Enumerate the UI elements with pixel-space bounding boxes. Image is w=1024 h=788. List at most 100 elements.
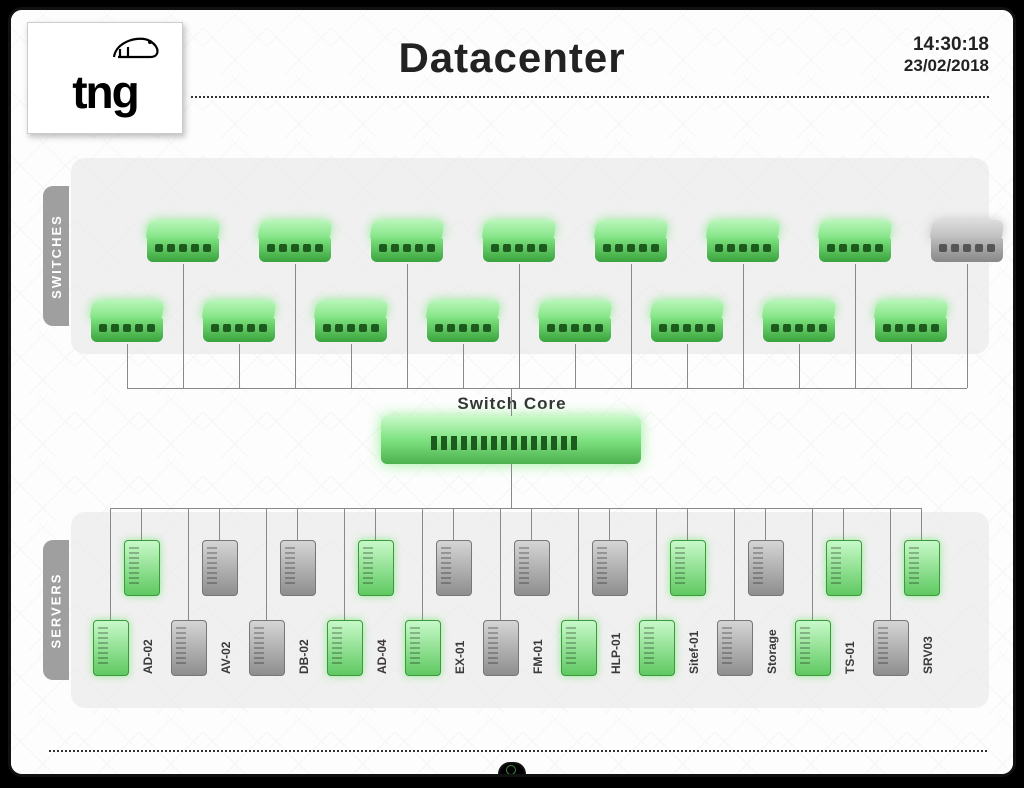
server-node[interactable] (483, 620, 517, 674)
connector-line (743, 264, 744, 388)
connector-line (531, 508, 532, 540)
connector-line (127, 388, 967, 389)
connector-line (911, 344, 912, 388)
switch-node[interactable] (931, 220, 1003, 264)
switch-node[interactable] (875, 300, 947, 344)
server-label: AD-02 (141, 639, 155, 674)
switch-node[interactable] (427, 300, 499, 344)
server-label: HLP-01 (609, 633, 623, 674)
server-node[interactable] (826, 540, 860, 594)
connector-line (295, 264, 296, 388)
switch-node[interactable] (315, 300, 387, 344)
server-node[interactable] (592, 540, 626, 594)
servers-panel-tab: SERVERS (43, 540, 69, 680)
connector-line (127, 344, 128, 388)
switch-node[interactable] (707, 220, 779, 264)
server-node[interactable] (795, 620, 829, 674)
switch-node[interactable] (763, 300, 835, 344)
connector-line (812, 508, 813, 620)
connector-line (843, 508, 844, 540)
server-label: AV-02 (219, 642, 233, 674)
switch-node[interactable] (203, 300, 275, 344)
connector-line (219, 508, 220, 540)
power-indicator-icon (498, 762, 526, 776)
connector-line (921, 508, 922, 540)
divider-top (191, 96, 989, 98)
connector-line (511, 388, 512, 416)
core-switch-label: Switch Core (11, 394, 1013, 414)
connector-line (297, 508, 298, 540)
server-node[interactable] (124, 540, 158, 594)
switch-node[interactable] (91, 300, 163, 344)
connector-line (239, 344, 240, 388)
switches-panel-label: SWITCHES (49, 214, 64, 299)
connector-line (511, 464, 512, 508)
server-node[interactable] (904, 540, 938, 594)
connector-line (188, 508, 189, 620)
switch-node[interactable] (539, 300, 611, 344)
connector-line (855, 264, 856, 388)
page-title: Datacenter (11, 34, 1013, 82)
divider-bottom (49, 750, 989, 752)
server-node[interactable] (561, 620, 595, 674)
connector-line (266, 508, 267, 620)
server-label: DB-02 (297, 639, 311, 674)
connector-line (890, 508, 891, 620)
connector-line (967, 264, 968, 388)
connector-line (463, 344, 464, 388)
core-switch[interactable] (381, 416, 641, 464)
server-node[interactable] (93, 620, 127, 674)
connector-line (656, 508, 657, 620)
server-node[interactable] (405, 620, 439, 674)
connector-line (183, 264, 184, 388)
server-node[interactable] (670, 540, 704, 594)
connector-line (422, 508, 423, 620)
server-label: SRV03 (921, 636, 935, 674)
connector-line (500, 508, 501, 620)
server-node[interactable] (436, 540, 470, 594)
switch-node[interactable] (147, 220, 219, 264)
connector-line (110, 508, 111, 620)
connector-line (609, 508, 610, 540)
switch-node[interactable] (651, 300, 723, 344)
server-node[interactable] (873, 620, 907, 674)
server-node[interactable] (280, 540, 314, 594)
connector-line (631, 264, 632, 388)
server-label: FM-01 (531, 639, 545, 674)
server-label: AD-04 (375, 639, 389, 674)
connector-line (407, 264, 408, 388)
connector-line (687, 508, 688, 540)
connector-line (375, 508, 376, 540)
server-label: TS-01 (843, 641, 857, 674)
server-node[interactable] (171, 620, 205, 674)
switch-node[interactable] (595, 220, 667, 264)
switch-node[interactable] (259, 220, 331, 264)
switches-panel-tab: SWITCHES (43, 186, 69, 326)
connector-line (351, 344, 352, 388)
server-node[interactable] (358, 540, 392, 594)
clock: 14:30:18 23/02/2018 (904, 34, 989, 76)
switch-node[interactable] (483, 220, 555, 264)
server-node[interactable] (717, 620, 751, 674)
server-node[interactable] (202, 540, 236, 594)
server-node[interactable] (514, 540, 548, 594)
server-node[interactable] (327, 620, 361, 674)
connector-line (687, 344, 688, 388)
clock-date: 23/02/2018 (904, 56, 989, 76)
server-node[interactable] (639, 620, 673, 674)
servers-panel-label: SERVERS (49, 572, 64, 648)
server-node[interactable] (249, 620, 283, 674)
server-label: EX-01 (453, 641, 467, 674)
connector-line (141, 508, 142, 540)
server-node[interactable] (748, 540, 782, 594)
connector-line (519, 264, 520, 388)
connector-line (578, 508, 579, 620)
server-label: Sitef-01 (687, 631, 701, 674)
switch-node[interactable] (371, 220, 443, 264)
connector-line (765, 508, 766, 540)
connector-line (734, 508, 735, 620)
clock-time: 14:30:18 (904, 34, 989, 56)
switch-node[interactable] (819, 220, 891, 264)
screen-content: tng Datacenter 14:30:18 23/02/2018 SWITC… (11, 10, 1013, 774)
monitor-frame: tng Datacenter 14:30:18 23/02/2018 SWITC… (8, 7, 1016, 777)
